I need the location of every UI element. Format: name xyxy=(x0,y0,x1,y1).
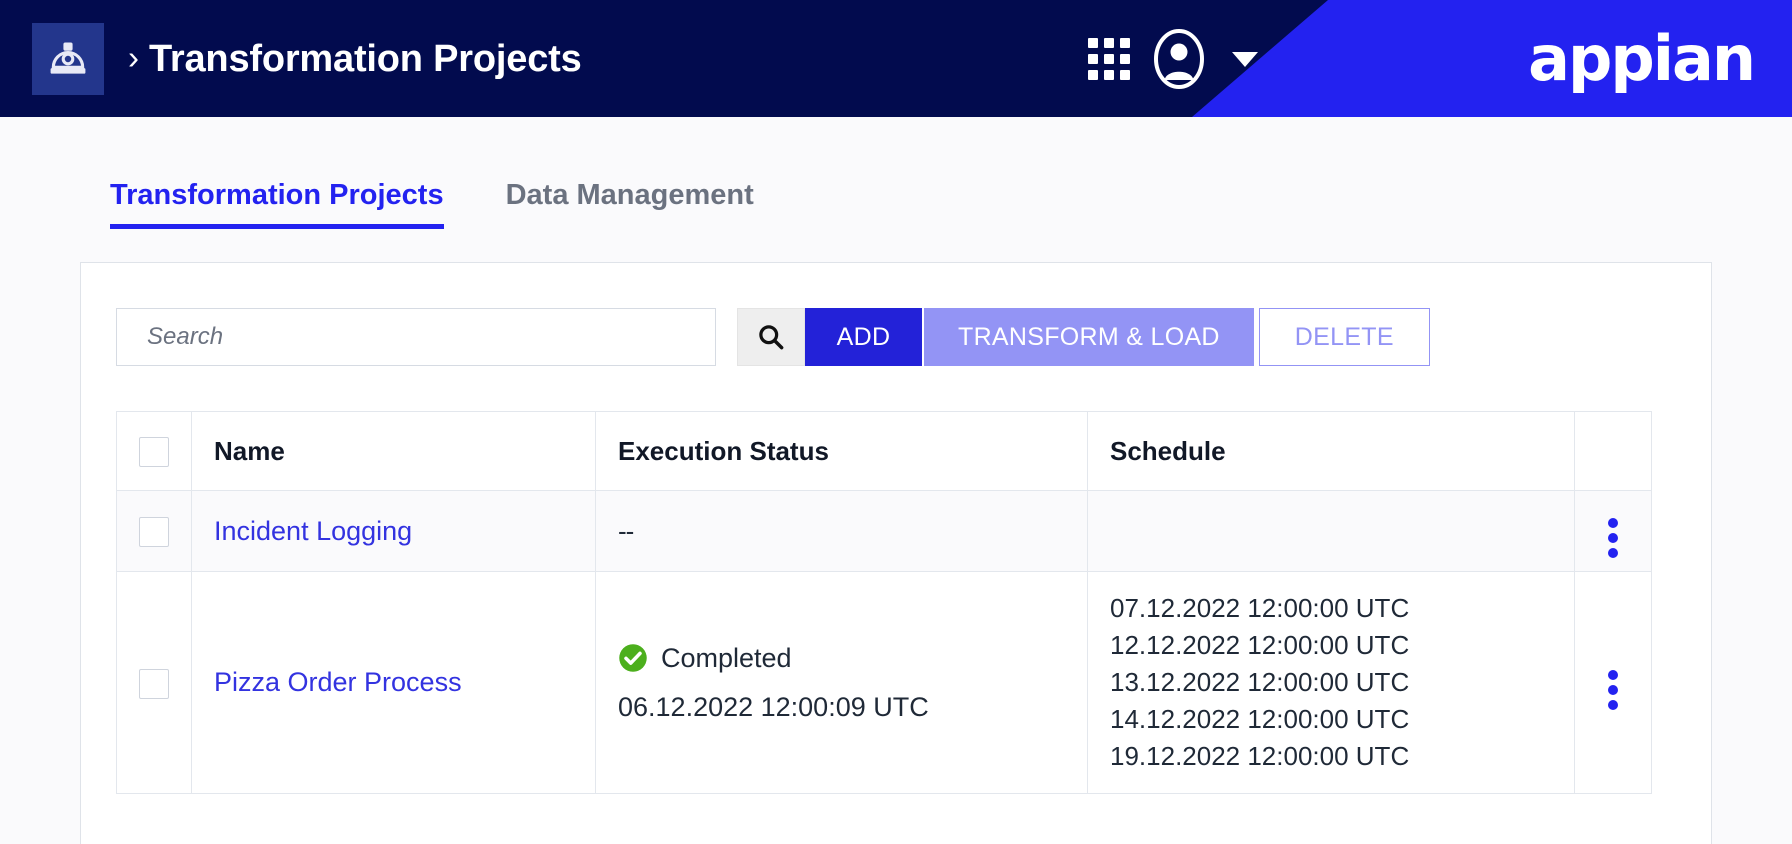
search-icon xyxy=(759,325,784,350)
breadcrumb-chevron-icon[interactable]: › xyxy=(128,41,139,74)
row-checkbox[interactable] xyxy=(139,517,169,548)
top-header-bar: › Transformation Projects appian xyxy=(0,0,1792,117)
column-header-schedule: Schedule xyxy=(1087,411,1575,491)
select-all-checkbox[interactable] xyxy=(139,437,169,468)
project-link[interactable]: Pizza Order Process xyxy=(214,667,462,697)
row-name-cell: Incident Logging xyxy=(191,490,596,572)
schedule-item: 19.12.2022 12:00:00 UTC xyxy=(1110,741,1410,771)
tab-bar: Transformation Projects Data Management xyxy=(110,181,754,229)
status-badge: Completed xyxy=(661,642,792,673)
schedule-item: 07.12.2022 12:00:00 UTC xyxy=(1110,593,1410,623)
header-left-group: › Transformation Projects xyxy=(32,0,582,117)
row-select-cell xyxy=(116,490,192,572)
page-title: Transformation Projects xyxy=(149,37,582,80)
schedule-item: 13.12.2022 12:00:00 UTC xyxy=(1110,667,1410,697)
projects-table: Name Execution Status Schedule Incident … xyxy=(116,411,1652,794)
schedule-item: 14.12.2022 12:00:00 UTC xyxy=(1110,704,1410,734)
table-row: Pizza Order Process Completed 06.12.2022… xyxy=(116,571,1652,794)
search-input[interactable] xyxy=(116,308,716,366)
row-status-cell: -- xyxy=(595,490,1088,572)
row-schedule-cell: 07.12.2022 12:00:00 UTC 12.12.2022 12:00… xyxy=(1087,571,1575,794)
content-card: ADD TRANSFORM & LOAD DELETE Name Executi… xyxy=(80,262,1712,844)
kebab-menu-icon[interactable] xyxy=(1608,669,1618,710)
delete-button[interactable]: DELETE xyxy=(1258,308,1430,366)
row-name-cell: Pizza Order Process xyxy=(191,571,596,794)
table-header-row: Name Execution Status Schedule xyxy=(116,411,1652,491)
breadcrumb: › Transformation Projects xyxy=(128,40,582,78)
user-avatar-icon[interactable] xyxy=(1152,28,1206,90)
schedule-item: 12.12.2022 12:00:00 UTC xyxy=(1110,630,1410,660)
transform-and-load-button[interactable]: TRANSFORM & LOAD xyxy=(924,308,1254,366)
chevron-down-icon[interactable] xyxy=(1232,52,1258,67)
project-link[interactable]: Incident Logging xyxy=(214,516,412,546)
row-status-cell: Completed 06.12.2022 12:00:09 UTC xyxy=(595,571,1088,794)
add-button[interactable]: ADD xyxy=(805,308,922,366)
status-timestamp: 06.12.2022 12:00:09 UTC xyxy=(618,691,929,722)
row-actions-cell xyxy=(1574,571,1652,794)
tab-transformation-projects[interactable]: Transformation Projects xyxy=(110,181,444,229)
page-body: Transformation Projects Data Management … xyxy=(0,117,1792,844)
check-circle-icon xyxy=(619,644,647,672)
row-checkbox[interactable] xyxy=(139,668,169,699)
hard-hat-icon[interactable] xyxy=(32,22,104,95)
row-actions-cell xyxy=(1574,490,1652,572)
appian-logo-text: appian xyxy=(1528,21,1756,95)
column-header-actions xyxy=(1574,411,1652,491)
table-row: Incident Logging -- xyxy=(116,490,1652,572)
schedule-list: 07.12.2022 12:00:00 UTC 12.12.2022 12:00… xyxy=(1110,572,1552,793)
apps-grid-icon[interactable] xyxy=(1088,37,1130,80)
toolbar: ADD TRANSFORM & LOAD DELETE xyxy=(116,308,1430,366)
status-empty: -- xyxy=(618,515,634,546)
column-header-execution-status: Execution Status xyxy=(595,411,1088,491)
tab-data-management[interactable]: Data Management xyxy=(506,181,754,229)
search-button[interactable] xyxy=(737,308,805,366)
row-select-cell xyxy=(116,571,192,794)
column-header-name: Name xyxy=(191,411,596,491)
kebab-menu-icon[interactable] xyxy=(1608,518,1618,558)
row-schedule-cell xyxy=(1087,490,1575,572)
select-all-header xyxy=(116,411,192,491)
appian-logo: appian xyxy=(1528,0,1756,117)
header-icon-group xyxy=(1088,0,1258,117)
